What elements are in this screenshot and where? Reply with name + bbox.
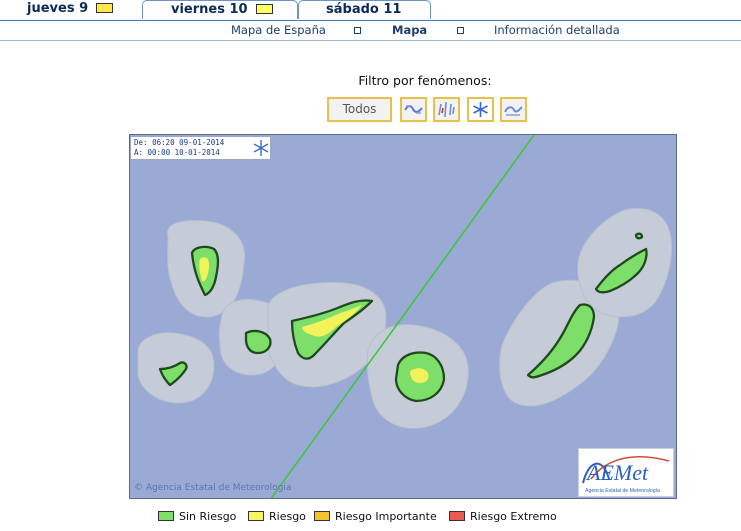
filter-wind-button[interactable]	[400, 97, 427, 122]
aemet-logo: AEMet Agencia Estatal de Meteorología	[578, 448, 674, 497]
nav-mapa-current[interactable]: Mapa	[392, 23, 427, 37]
tab-sabado[interactable]: sábado 11	[298, 0, 431, 19]
filter-coastal-button[interactable]	[500, 97, 527, 122]
valid-from-value: 06:20 09-01-2014	[152, 138, 225, 147]
nav-info-detallada-link[interactable]: Información detallada	[494, 23, 620, 37]
sub-navigation: Mapa de España Mapa Información detallad…	[0, 20, 741, 41]
nav-separator	[457, 27, 464, 34]
logo-subtitle: Agencia Estatal de Meteorología	[585, 488, 660, 494]
legend-item: Sin Riesgo	[158, 510, 236, 523]
tab-jueves[interactable]: jueves 9	[27, 0, 142, 19]
filter-todos-button[interactable]: Todos	[327, 97, 392, 122]
legend-swatch	[248, 511, 264, 521]
filter-todos-label: Todos	[342, 102, 377, 116]
legend-label: Riesgo Extremo	[470, 510, 557, 523]
risk-legend: Sin Riesgo Riesgo Riesgo Importante Ries…	[0, 510, 741, 524]
snowflake-icon	[253, 140, 269, 156]
valid-to-row: A: 00:00 10-01-2014	[134, 148, 267, 158]
valid-to-value: 00:00 10-01-2014	[147, 148, 220, 157]
island-alegranza	[634, 232, 644, 240]
warning-map[interactable]	[129, 134, 677, 499]
valid-to-label: A:	[134, 148, 144, 157]
agency-credit: © Agencia Estatal de Meteorología	[134, 483, 292, 493]
legend-swatch	[314, 511, 330, 521]
legend-swatch	[158, 511, 174, 521]
legend-item: Riesgo	[248, 510, 306, 523]
tab-label: jueves 9	[27, 1, 89, 16]
legend-item: Riesgo Importante	[314, 510, 437, 523]
day-tab-bar: jueves 9 viernes 10 sábado 11	[0, 0, 741, 21]
nav-separator	[354, 27, 361, 34]
coastal-wave-icon	[504, 106, 523, 116]
filter-title: Filtro por fenómenos:	[358, 73, 492, 88]
nav-mapa-espana-link[interactable]: Mapa de España	[231, 23, 326, 37]
rain-icon	[438, 101, 455, 118]
legend-item: Riesgo Extremo	[449, 510, 557, 523]
legend-label: Riesgo	[269, 510, 306, 523]
snow-icon	[473, 102, 488, 117]
risk-flag	[255, 3, 273, 14]
valid-from-row: De: 06:20 09-01-2014	[134, 138, 267, 148]
filter-rain-button[interactable]	[433, 97, 460, 122]
island-la-gomera	[244, 329, 272, 355]
tab-label: viernes 10	[171, 2, 248, 17]
wind-icon	[404, 105, 423, 114]
valid-from-label: De:	[134, 138, 148, 147]
legend-label: Riesgo Importante	[335, 510, 437, 523]
legend-label: Sin Riesgo	[179, 510, 237, 523]
tab-label: sábado 11	[326, 2, 402, 17]
tab-viernes[interactable]: viernes 10	[142, 0, 298, 19]
validity-box: De: 06:20 09-01-2014 A: 00:00 10-01-2014	[130, 136, 271, 160]
legend-swatch	[449, 511, 465, 521]
canary-islands-map	[130, 135, 676, 498]
filter-snow-button[interactable]	[467, 97, 494, 122]
risk-flag	[96, 2, 114, 13]
logo-brand: AEMet	[585, 460, 649, 485]
